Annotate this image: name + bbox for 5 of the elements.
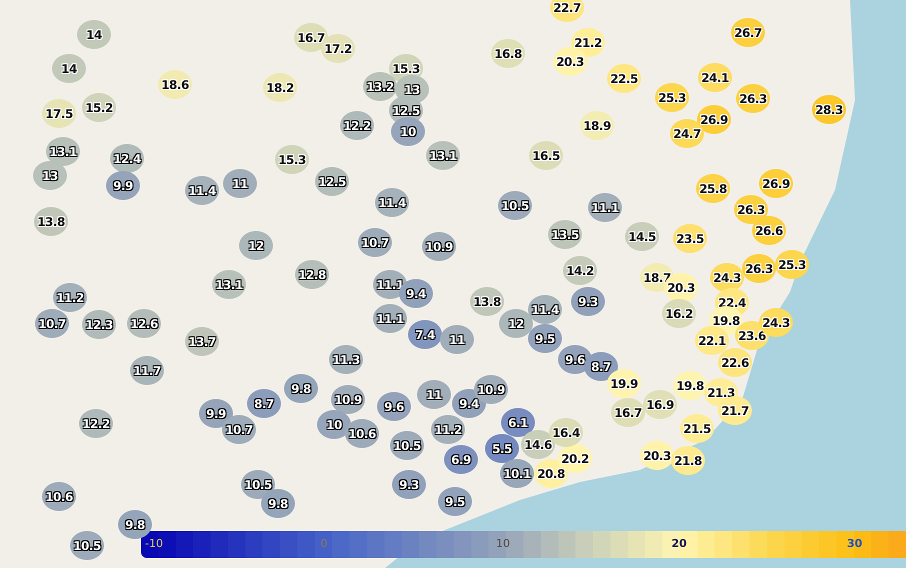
scale-label: -10 xyxy=(145,537,163,550)
scale-label: 0 xyxy=(320,537,328,550)
scale-label: 10 xyxy=(496,537,510,550)
scale-label: 20 xyxy=(672,537,687,550)
scale-label: 30 xyxy=(847,537,862,550)
